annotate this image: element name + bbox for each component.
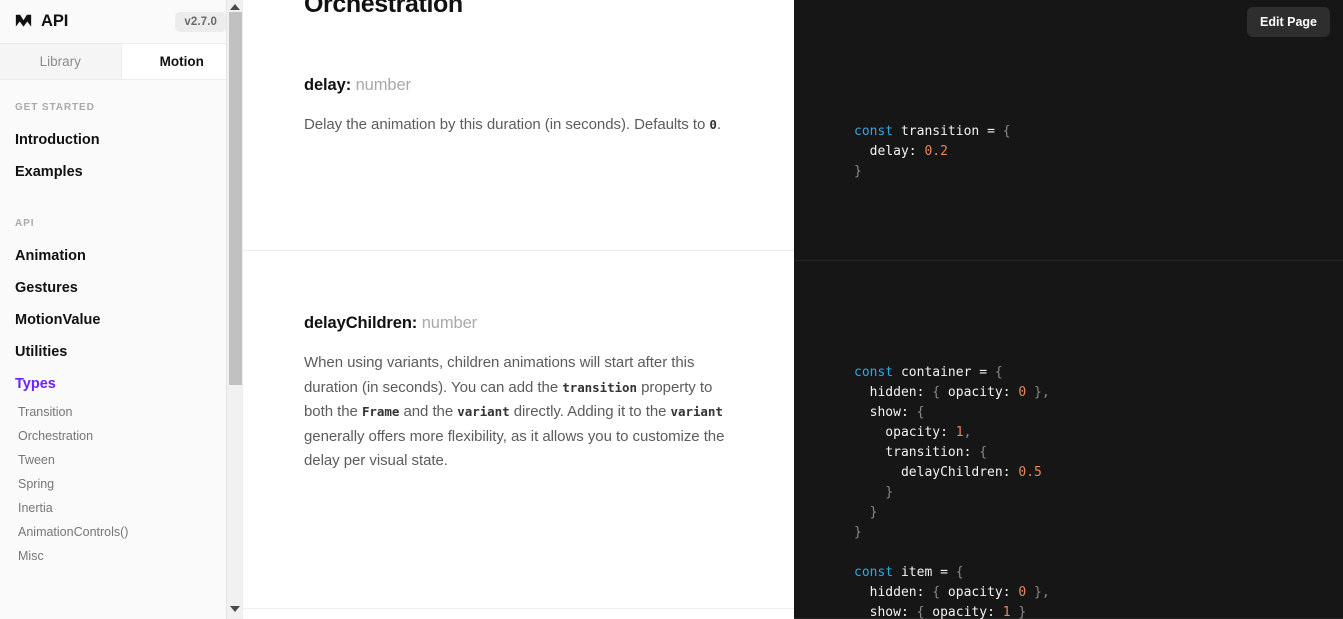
- nav-group-api: API Animation Gestures MotionValue Utili…: [0, 218, 242, 568]
- prop-name-delaychildren: delayChildren: number: [304, 314, 478, 332]
- sidebar-subitem-orchestration[interactable]: Orchestration: [0, 424, 242, 448]
- sidebar-item-utilities[interactable]: Utilities: [0, 336, 242, 368]
- nav-heading-get-started: GET STARTED: [15, 102, 95, 113]
- sidebar-item-gestures[interactable]: Gestures: [0, 272, 242, 304]
- code-column: const transition = { delay: 0.2 } const …: [794, 0, 1343, 619]
- prop-type-delaychildren: number: [421, 314, 478, 332]
- sidebar-subitem-misc[interactable]: Misc: [0, 544, 242, 568]
- prop-description-delaychildren: When using variants, children animations…: [304, 354, 725, 469]
- sidebar-tabs: Library Motion: [0, 44, 242, 80]
- brand[interactable]: API: [15, 12, 68, 31]
- doc-section-delay: Orchestration delay: number Delay the an…: [243, 0, 794, 251]
- sidebar-item-examples[interactable]: Examples: [0, 156, 242, 188]
- page-title: Orchestration: [304, 0, 463, 18]
- sidebar: API v2.7.0 Library Motion GET STARTED In…: [0, 0, 243, 619]
- doc-section-delaychildren: delayChildren: number When using variant…: [243, 251, 794, 609]
- sidebar-item-introduction[interactable]: Introduction: [0, 124, 242, 156]
- sidebar-subitem-inertia[interactable]: Inertia: [0, 496, 242, 520]
- code-block-delay[interactable]: const transition = { delay: 0.2 }: [854, 122, 1343, 182]
- tab-library[interactable]: Library: [0, 44, 122, 79]
- tab-motion[interactable]: Motion: [121, 44, 242, 79]
- sidebar-subitem-animationcontrols[interactable]: AnimationControls(): [0, 520, 242, 544]
- code-block-delay-wrap: const transition = { delay: 0.2 }: [794, 0, 1343, 261]
- sidebar-item-types[interactable]: Types: [0, 368, 242, 400]
- sidebar-scrollbar[interactable]: [226, 0, 242, 619]
- sidebar-subitem-spring[interactable]: Spring: [0, 472, 242, 496]
- edit-page-button[interactable]: Edit Page: [1247, 7, 1330, 37]
- nav-heading-api: API: [15, 218, 35, 229]
- main-content: Edit Page Orchestration delay: number De…: [243, 0, 1343, 619]
- scrollbar-thumb[interactable]: [229, 12, 242, 385]
- scrollbar-down-arrow-icon[interactable]: [227, 603, 243, 614]
- brand-title: API: [41, 12, 69, 30]
- prop-name-delay: delay: number: [304, 76, 411, 94]
- sidebar-nav: GET STARTED Introduction Examples API An…: [0, 80, 242, 618]
- sidebar-header: API v2.7.0: [0, 0, 242, 44]
- code-block-delaychildren[interactable]: const container = { hidden: { opacity: 0…: [854, 363, 1343, 619]
- sidebar-item-animation[interactable]: Animation: [0, 240, 242, 272]
- prop-description-delay: Delay the animation by this duration (in…: [304, 116, 722, 133]
- sidebar-subitem-transition[interactable]: Transition: [0, 400, 242, 424]
- sidebar-item-motionvalue[interactable]: MotionValue: [0, 304, 242, 336]
- version-badge: v2.7.0: [175, 11, 226, 32]
- sidebar-subitem-tween[interactable]: Tween: [0, 448, 242, 472]
- doc-column: Orchestration delay: number Delay the an…: [243, 0, 794, 619]
- nav-group-get-started: GET STARTED Introduction Examples: [0, 102, 242, 188]
- prop-type-delay: number: [355, 76, 411, 94]
- app-root: API v2.7.0 Library Motion GET STARTED In…: [0, 0, 1343, 619]
- code-block-delaychildren-wrap: const container = { hidden: { opacity: 0…: [794, 261, 1343, 619]
- framer-motion-logo-icon: [15, 14, 32, 27]
- scrollbar-up-arrow-icon[interactable]: [227, 1, 243, 12]
